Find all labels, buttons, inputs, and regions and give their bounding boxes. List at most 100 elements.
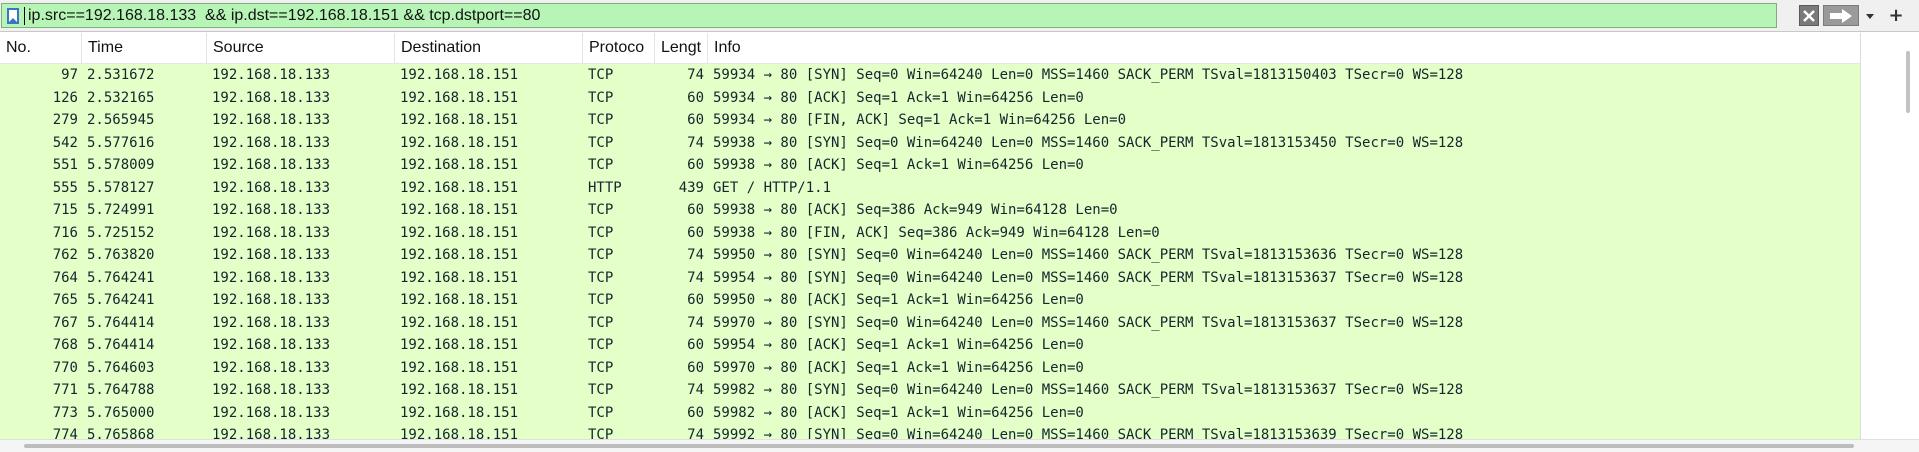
table-row[interactable]: 97 2.531672 192.168.18.133 192.168.18.151 TC… bbox=[0, 64, 1860, 87]
column-header-info[interactable]: Info bbox=[708, 33, 1860, 63]
horizontal-scrollbar-thumb[interactable] bbox=[24, 444, 1854, 448]
packet-number: 773 bbox=[52, 404, 78, 421]
packet-destination: 192.168.18.151 bbox=[400, 67, 519, 83]
packet-source: 192.168.18.133 bbox=[212, 134, 331, 151]
packet-number: 764 bbox=[52, 269, 78, 286]
table-row[interactable]: 764 5.764241 192.168.18.133 192.168.18.151 T… bbox=[0, 266, 1860, 289]
packet-time: 5.764414 bbox=[87, 314, 155, 331]
column-header-time[interactable]: Time bbox=[82, 33, 207, 63]
packet-source: 192.168.18.133 bbox=[212, 247, 331, 263]
packet-destination: 192.168.18.151 bbox=[400, 134, 519, 151]
packet-time: 5.765000 bbox=[87, 404, 155, 421]
packet-length: 60 bbox=[687, 224, 704, 241]
packet-length: 74 bbox=[687, 427, 704, 439]
packet-destination: 192.168.18.151 bbox=[400, 179, 519, 196]
packet-destination: 192.168.18.151 bbox=[400, 157, 519, 173]
packet-destination: 192.168.18.151 bbox=[400, 247, 519, 263]
packet-time: 2.531672 bbox=[87, 67, 155, 83]
bookmark-icon[interactable] bbox=[5, 7, 21, 24]
packet-number: 542 bbox=[52, 134, 78, 151]
packet-length: 60 bbox=[687, 404, 704, 421]
wireshark-window: + No. Time Source Destination Protoco Le… bbox=[0, 0, 1919, 452]
packet-info: 59954 → 80 [SYN] Seq=0 Win=64240 Len=0 M… bbox=[713, 269, 1464, 286]
packet-time: 5.764241 bbox=[87, 269, 155, 286]
packet-length: 439 bbox=[678, 179, 704, 196]
packet-info: 59938 → 80 [ACK] Seq=1 Ack=1 Win=64256 L… bbox=[713, 157, 1084, 173]
table-row[interactable]: 767 5.764414 192.168.18.133 192.168.18.151 T… bbox=[0, 311, 1860, 334]
packet-destination: 192.168.18.151 bbox=[400, 337, 519, 353]
table-row[interactable]: 126 2.532165 192.168.18.133 192.168.18.151 T… bbox=[0, 86, 1860, 109]
table-row[interactable]: 774 5.765868 192.168.18.133 192.168.18.151 T… bbox=[0, 424, 1860, 439]
column-header-length[interactable]: Lengt bbox=[655, 33, 708, 63]
packet-time: 5.765868 bbox=[87, 427, 155, 439]
packet-destination: 192.168.18.151 bbox=[400, 269, 519, 286]
packet-info: 59938 → 80 [FIN, ACK] Seq=386 Ack=949 Wi… bbox=[713, 224, 1160, 241]
column-header-destination[interactable]: Destination bbox=[395, 33, 583, 63]
table-row[interactable]: 279 2.565945 192.168.18.133 192.168.18.151 T… bbox=[0, 109, 1860, 132]
table-row[interactable]: 716 5.725152 192.168.18.133 192.168.18.151 T… bbox=[0, 221, 1860, 244]
clear-filter-button[interactable] bbox=[1799, 5, 1819, 26]
packet-info: 59938 → 80 [ACK] Seq=386 Ack=949 Win=641… bbox=[713, 202, 1118, 218]
packet-info: 59934 → 80 [ACK] Seq=1 Ack=1 Win=64256 L… bbox=[713, 89, 1084, 106]
packet-info: 59950 → 80 [ACK] Seq=1 Ack=1 Win=64256 L… bbox=[713, 292, 1084, 308]
chevron-down-icon bbox=[1866, 13, 1874, 19]
table-row[interactable]: 765 5.764241 192.168.18.133 192.168.18.151 T… bbox=[0, 289, 1860, 312]
display-filter-toolbar: + bbox=[0, 0, 1919, 32]
packet-source: 192.168.18.133 bbox=[212, 382, 331, 398]
packet-time: 2.532165 bbox=[87, 89, 155, 106]
display-filter-field[interactable] bbox=[1, 3, 1788, 28]
add-filter-button[interactable]: + bbox=[1884, 3, 1908, 27]
packet-number: 97 bbox=[61, 67, 78, 83]
packet-length: 74 bbox=[687, 134, 704, 151]
packet-number: 716 bbox=[52, 224, 78, 241]
packet-source: 192.168.18.133 bbox=[212, 89, 331, 106]
table-row[interactable]: 770 5.764603 192.168.18.133 192.168.18.151 T… bbox=[0, 356, 1860, 379]
table-row[interactable]: 771 5.764788 192.168.18.133 192.168.18.151 T… bbox=[0, 379, 1860, 402]
packet-destination: 192.168.18.151 bbox=[400, 359, 519, 376]
packet-destination: 192.168.18.151 bbox=[400, 89, 519, 106]
packet-number: 774 bbox=[52, 427, 78, 439]
column-header-protocol[interactable]: Protoco bbox=[583, 33, 655, 63]
table-row[interactable]: 773 5.765000 192.168.18.133 192.168.18.151 T… bbox=[0, 401, 1860, 424]
column-header-source[interactable]: Source bbox=[207, 33, 395, 63]
packet-time: 5.725152 bbox=[87, 224, 155, 241]
table-row[interactable]: 715 5.724991 192.168.18.133 192.168.18.151 T… bbox=[0, 199, 1860, 222]
packet-length: 60 bbox=[687, 112, 704, 128]
display-filter-input[interactable] bbox=[28, 5, 1788, 26]
packet-number: 768 bbox=[52, 337, 78, 353]
packet-info: 59992 → 80 [SYN] Seq=0 Win=64240 Len=0 M… bbox=[713, 427, 1464, 439]
table-row[interactable]: 762 5.763820 192.168.18.133 192.168.18.151 T… bbox=[0, 244, 1860, 267]
column-header-no[interactable]: No. bbox=[0, 33, 82, 63]
packet-source: 192.168.18.133 bbox=[212, 157, 331, 173]
packet-length: 60 bbox=[687, 202, 704, 218]
table-row[interactable]: 555 5.578127 192.168.18.133 192.168.18.151 H… bbox=[0, 176, 1860, 199]
packet-rows: 97 2.531672 192.168.18.133 192.168.18.151 TC… bbox=[0, 64, 1860, 439]
packet-time: 5.764414 bbox=[87, 337, 155, 353]
packet-destination: 192.168.18.151 bbox=[400, 382, 519, 398]
table-row[interactable]: 768 5.764414 192.168.18.133 192.168.18.151 T… bbox=[0, 334, 1860, 357]
vertical-scrollbar-thumb[interactable] bbox=[1906, 51, 1910, 113]
packet-list: No. Time Source Destination Protoco Leng… bbox=[0, 33, 1860, 439]
packet-destination: 192.168.18.151 bbox=[400, 224, 519, 241]
packet-info: 59982 → 80 [ACK] Seq=1 Ack=1 Win=64256 L… bbox=[713, 404, 1084, 421]
packet-number: 765 bbox=[52, 292, 78, 308]
packet-info: GET / HTTP/1.1 bbox=[713, 179, 832, 196]
packet-time: 5.577616 bbox=[87, 134, 155, 151]
packet-source: 192.168.18.133 bbox=[212, 269, 331, 286]
packet-number: 555 bbox=[52, 179, 78, 196]
packet-time: 5.578009 bbox=[87, 157, 155, 173]
packet-length: 60 bbox=[687, 292, 704, 308]
packet-info: 59938 → 80 [SYN] Seq=0 Win=64240 Len=0 M… bbox=[713, 134, 1464, 151]
packet-length: 60 bbox=[687, 157, 704, 173]
packet-list-header: No. Time Source Destination Protoco Leng… bbox=[0, 33, 1860, 64]
packet-length: 74 bbox=[687, 382, 704, 398]
apply-filter-button[interactable] bbox=[1823, 5, 1859, 26]
clear-x-icon bbox=[1803, 9, 1815, 22]
packet-info: 59934 → 80 [SYN] Seq=0 Win=64240 Len=0 M… bbox=[713, 67, 1464, 83]
vertical-scrollbar[interactable] bbox=[1860, 33, 1919, 439]
table-row[interactable]: 542 5.577616 192.168.18.133 192.168.18.151 T… bbox=[0, 131, 1860, 154]
table-row[interactable]: 551 5.578009 192.168.18.133 192.168.18.151 T… bbox=[0, 154, 1860, 177]
horizontal-scrollbar[interactable] bbox=[0, 439, 1919, 452]
filter-history-dropdown[interactable] bbox=[1862, 5, 1878, 26]
packet-time: 5.578127 bbox=[87, 179, 155, 196]
